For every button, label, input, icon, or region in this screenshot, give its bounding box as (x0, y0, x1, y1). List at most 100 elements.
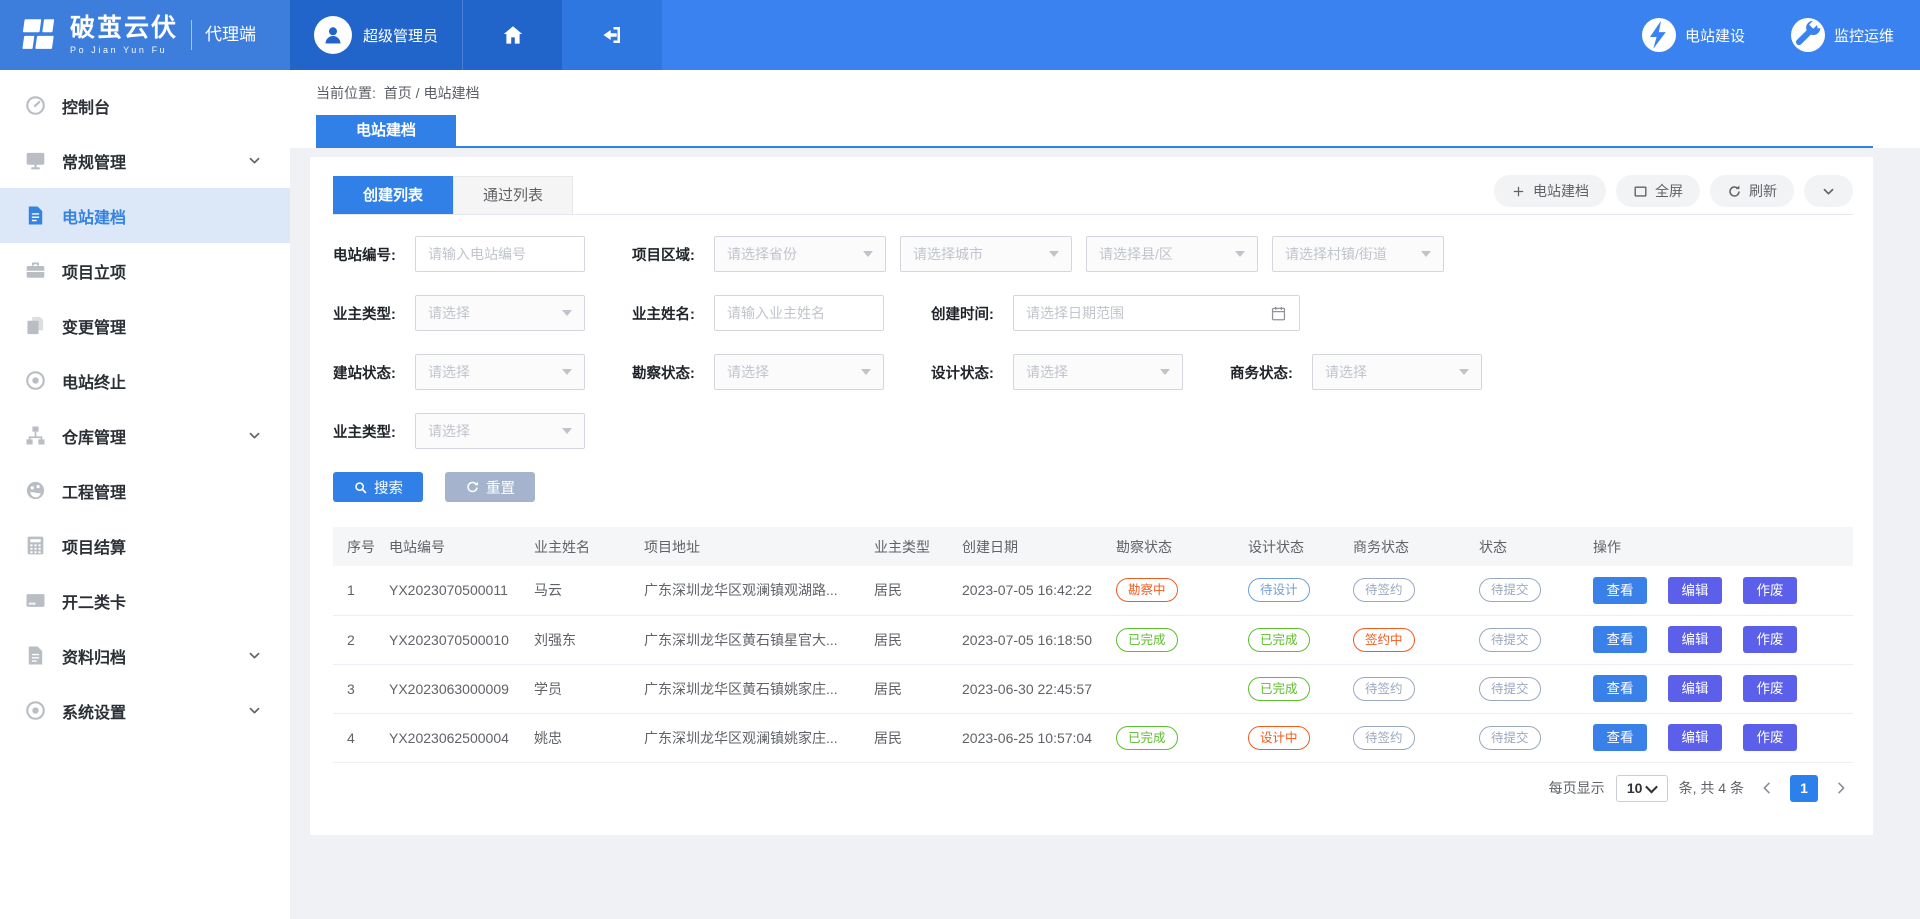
column-header: 业主姓名 (528, 527, 638, 566)
logout-button[interactable] (562, 0, 662, 70)
user-menu[interactable]: 超级管理员 (290, 0, 462, 70)
cell-address: 广东深圳龙华区观澜镇观湖路... (638, 566, 868, 615)
sidebar-item-label: 资料归档 (62, 644, 247, 668)
sidebar-item-8[interactable]: 项目结算 (0, 518, 290, 573)
filter-select[interactable]: 请选择 (1013, 354, 1183, 390)
archive-icon (24, 644, 47, 667)
sidebar-item-9[interactable]: 开二类卡 (0, 573, 290, 628)
caret-down-icon (1459, 369, 1469, 375)
reset-button[interactable]: 重置 (445, 472, 535, 502)
region-select-3[interactable]: 请选择村镇/街道 (1272, 236, 1444, 272)
chevron-left-icon (1759, 780, 1775, 796)
view-button[interactable]: 查看 (1593, 626, 1647, 653)
table-header-row: 序号电站编号业主姓名项目地址业主类型创建日期勘察状态设计状态商务状态状态操作 (333, 527, 1853, 566)
region-select-0[interactable]: 请选择省份 (714, 236, 886, 272)
column-header: 勘察状态 (1110, 527, 1242, 566)
view-button[interactable]: 查看 (1593, 724, 1647, 751)
filter-select[interactable]: 请选择 (415, 354, 585, 390)
status-badge: 待签约 (1353, 726, 1415, 750)
search-button-label: 搜索 (374, 477, 403, 498)
per-page-select[interactable]: 10 (1616, 775, 1668, 802)
total-count-label: 条, 共 4 条 (1679, 778, 1744, 798)
caret-down-icon (562, 369, 572, 375)
input-placeholder: 请输入电站编号 (428, 244, 526, 264)
sidebar-item-11[interactable]: 系统设置 (0, 683, 290, 738)
sidebar-item-label: 电站终止 (62, 369, 262, 393)
region-select-2[interactable]: 请选择县/区 (1086, 236, 1258, 272)
page-number[interactable]: 1 (1790, 775, 1818, 802)
sidebar-item-3[interactable]: 项目立项 (0, 243, 290, 298)
view-button[interactable]: 查看 (1593, 675, 1647, 702)
cell-no: 1 (333, 566, 383, 615)
sidebar-item-7[interactable]: 工程管理 (0, 463, 290, 518)
search-button[interactable]: 搜索 (333, 472, 423, 502)
filter-row-1: 业主类型:请选择业主姓名:请输入业主姓名创建时间:请选择日期范围 (333, 295, 1853, 331)
status-badge: 待提交 (1479, 726, 1541, 750)
collapse-button[interactable] (1804, 175, 1853, 207)
void-button[interactable]: 作废 (1743, 675, 1797, 702)
filter-text-input[interactable]: 请输入业主姓名 (714, 295, 884, 331)
void-button[interactable]: 作废 (1743, 724, 1797, 751)
circle-dot-icon (24, 369, 47, 392)
sidebar-item-6[interactable]: 仓库管理 (0, 408, 290, 463)
prev-page-button[interactable] (1755, 780, 1779, 796)
view-button[interactable]: 查看 (1593, 577, 1647, 604)
toolbar: 电站建档全屏刷新 (1494, 175, 1853, 214)
edit-button[interactable]: 编辑 (1668, 577, 1722, 604)
void-button[interactable]: 作废 (1743, 626, 1797, 653)
edit-button[interactable]: 编辑 (1668, 724, 1722, 751)
refresh-button[interactable]: 刷新 (1710, 175, 1794, 207)
filter-text-input[interactable]: 请输入电站编号 (415, 236, 585, 272)
filter-select[interactable]: 请选择 (415, 413, 585, 449)
filter-select[interactable]: 请选择 (714, 354, 884, 390)
sidebar-item-10[interactable]: 资料归档 (0, 628, 290, 683)
wrench-icon-wrap (1791, 18, 1825, 52)
status-badge: 已完成 (1116, 628, 1178, 652)
filter-group: 电站编号:请输入电站编号 (333, 236, 632, 272)
status-badge: 设计中 (1248, 726, 1310, 750)
status-badge: 勘察中 (1116, 578, 1178, 602)
quick-link-construction[interactable]: 电站建设 (1642, 18, 1745, 52)
column-header: 商务状态 (1347, 527, 1473, 566)
settings-icon (24, 699, 47, 722)
sidebar-item-4[interactable]: 变更管理 (0, 298, 290, 353)
sidebar-item-5[interactable]: 电站终止 (0, 353, 290, 408)
date-range-input[interactable]: 请选择日期范围 (1013, 295, 1300, 331)
breadcrumb-path[interactable]: 首页 / 电站建档 (384, 85, 480, 101)
column-header: 电站编号 (383, 527, 528, 566)
table-row: 4YX2023062500004姚忠广东深圳龙华区观澜镇姚家庄...居民2023… (333, 713, 1853, 762)
sidebar-item-1[interactable]: 常规管理 (0, 133, 290, 188)
filter-select[interactable]: 请选择 (1312, 354, 1482, 390)
next-page-button[interactable] (1829, 780, 1853, 796)
sidebar-item-0[interactable]: 控制台 (0, 78, 290, 133)
table-body: 1YX2023070500011马云广东深圳龙华区观澜镇观湖路...居民2023… (333, 566, 1853, 762)
input-placeholder: 请输入业主姓名 (727, 303, 825, 323)
select-placeholder: 请选择 (428, 421, 470, 441)
tab-create-list[interactable]: 创建列表 (333, 176, 453, 214)
sidebar-item-2[interactable]: 电站建档 (0, 188, 290, 243)
brand-name: 破茧云伏 (70, 15, 178, 41)
quick-link-operations[interactable]: 监控运维 (1791, 18, 1894, 52)
status-badge: 待签约 (1353, 677, 1415, 701)
cell-actions: 查看编辑作废 (1587, 713, 1853, 762)
cell-survey-status: 勘察中 (1110, 566, 1242, 615)
brand-subtitle: Po Jian Yun Fu (70, 45, 178, 55)
home-button[interactable] (462, 0, 562, 70)
fullscreen-button[interactable]: 全屏 (1616, 175, 1700, 207)
reset-button-label: 重置 (486, 477, 515, 498)
reset-icon (465, 480, 480, 495)
region-select-1[interactable]: 请选择城市 (900, 236, 1072, 272)
page-tab[interactable]: 电站建档 (316, 115, 456, 146)
column-header: 业主类型 (868, 527, 956, 566)
tab-passed-list[interactable]: 通过列表 (453, 176, 573, 214)
calendar-icon (1270, 305, 1287, 322)
add-station-button[interactable]: 电站建档 (1494, 175, 1606, 207)
edit-button[interactable]: 编辑 (1668, 675, 1722, 702)
edit-button[interactable]: 编辑 (1668, 626, 1722, 653)
topbar-quick-links: 电站建设 监控运维 (1642, 0, 1920, 70)
filter-select[interactable]: 请选择 (415, 295, 585, 331)
status-badge: 签约中 (1353, 628, 1415, 652)
caret-down-icon (863, 251, 873, 257)
void-button[interactable]: 作废 (1743, 577, 1797, 604)
filter-form: 电站编号:请输入电站编号项目区域:请选择省份请选择城市请选择县/区请选择村镇/街… (333, 236, 1853, 449)
